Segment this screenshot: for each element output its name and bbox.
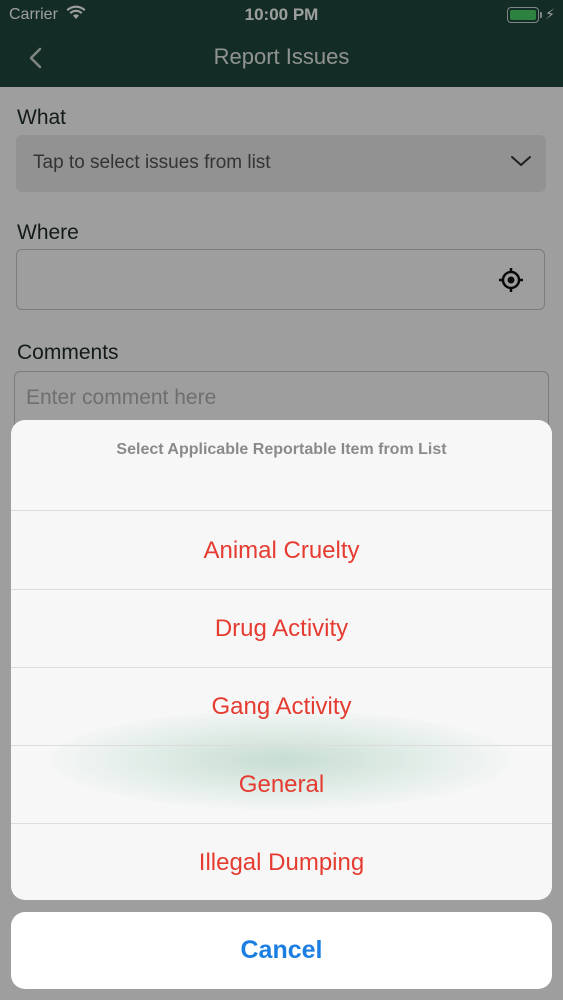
action-sheet-header: Select Applicable Reportable Item from L… [11,420,552,511]
action-item-gang-activity[interactable]: Gang Activity [11,668,552,746]
action-item-animal-cruelty[interactable]: Animal Cruelty [11,512,552,590]
action-sheet-title: Select Applicable Reportable Item from L… [116,441,447,458]
action-item-drug-activity[interactable]: Drug Activity [11,590,552,668]
action-item-illegal-dumping[interactable]: Illegal Dumping [11,824,552,900]
action-sheet: Select Applicable Reportable Item from L… [11,420,552,900]
action-item-general[interactable]: General [11,746,552,824]
cancel-button[interactable]: Cancel [11,912,552,989]
